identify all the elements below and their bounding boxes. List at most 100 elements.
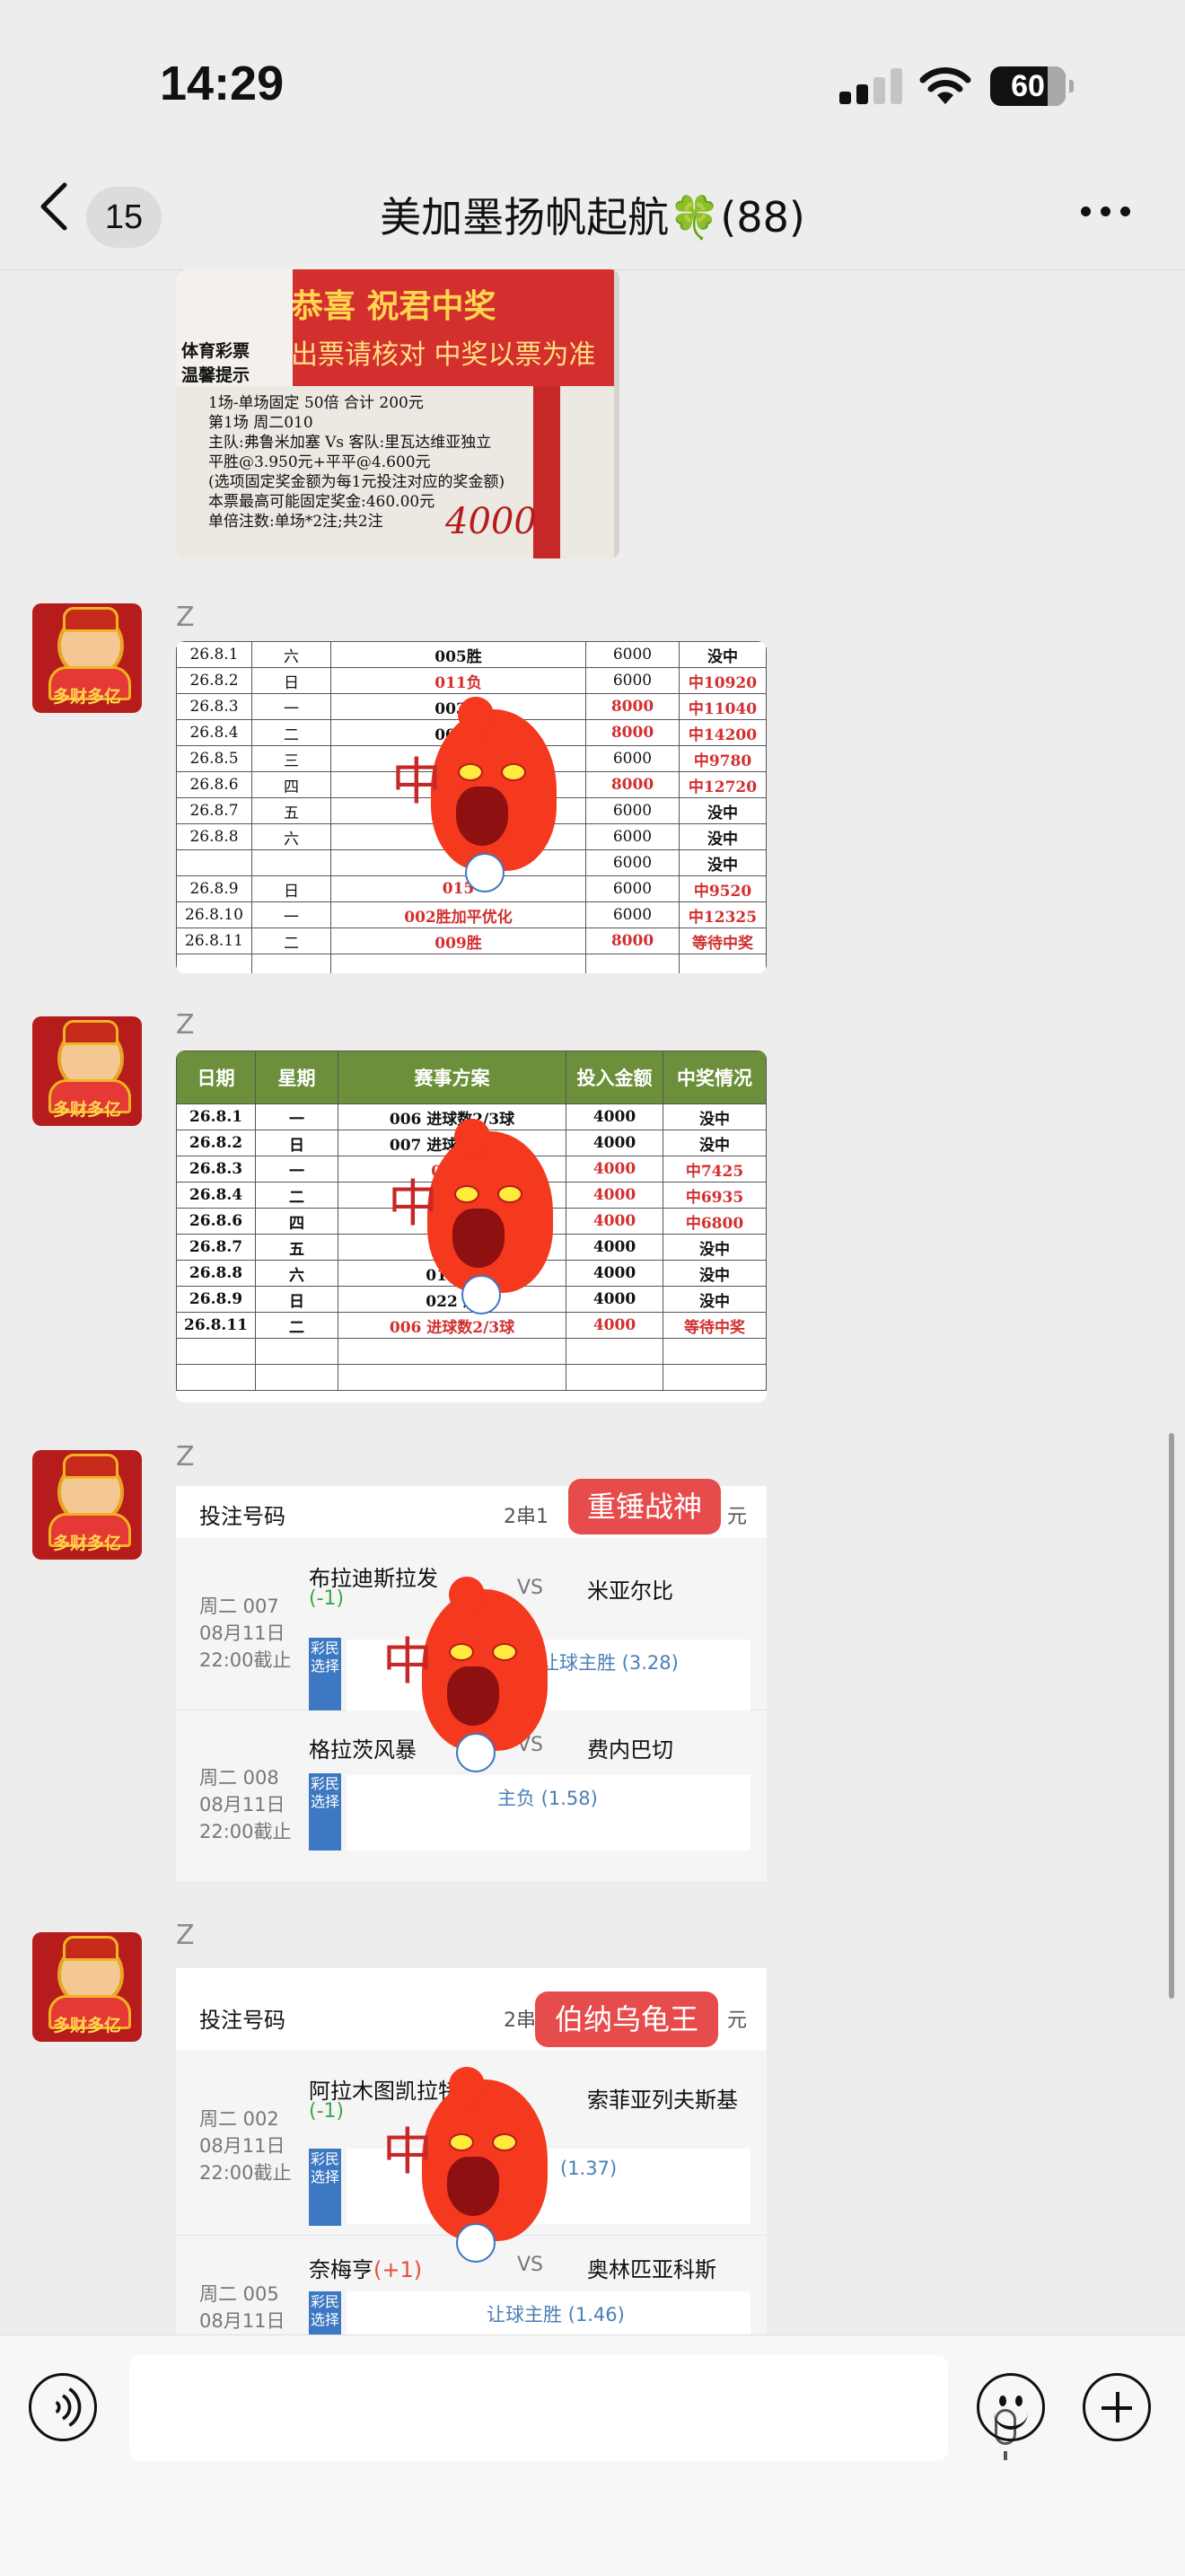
table-cell: 中6800 bbox=[663, 1208, 767, 1235]
table-cell: 009胜 bbox=[330, 928, 586, 954]
chat-message: 多财多亿 Z 日期 星期 赛事方案 投入金额 中奖情况 26.8.1 一 006 进球数2/… bbox=[0, 1009, 1185, 1404]
scrollbar[interactable] bbox=[1169, 1433, 1174, 1999]
table-cell: 26.8.6 bbox=[176, 1208, 256, 1235]
more-options-icon[interactable] bbox=[1081, 207, 1135, 219]
table-row bbox=[176, 1364, 767, 1391]
voice-mode-icon[interactable] bbox=[29, 2373, 97, 2441]
table-cell: 五 bbox=[251, 797, 331, 824]
table-cell: 没中 bbox=[663, 1260, 767, 1287]
avatar[interactable]: 多财多亿 bbox=[32, 1932, 142, 2042]
table-cell: 26.8.3 bbox=[176, 693, 252, 720]
table-cell: 没中 bbox=[679, 849, 767, 876]
chat-message: 多财多亿 Z 投注号码 2串 元 伯纳乌龟王 周二 002 08月11日 22:00… bbox=[0, 1920, 1185, 2334]
table-cell: 4000 bbox=[566, 1234, 663, 1261]
ticket-image[interactable]: 恭喜 祝君中奖 出票请核对 中奖以票为准 体育彩票 温馨提示 1场-单场固定 5… bbox=[176, 269, 619, 558]
table-cell: 4000 bbox=[566, 1103, 663, 1130]
chat-message: 多财多亿 Z 投注号码 2串1 元 重锤战神 周二 007 08月11日 22:00… bbox=[0, 1441, 1185, 1890]
table-row: 26.8.2 日 011负 6000 中10920 bbox=[176, 667, 767, 694]
away-team: 索菲亚列夫斯基 bbox=[587, 2088, 738, 2113]
table-cell bbox=[251, 954, 331, 973]
flame-character-sticker: 中 bbox=[388, 1112, 562, 1320]
avatar-caption: 多财多亿 bbox=[52, 2016, 121, 2035]
chat-message: 多财多亿 Z 26.8.1 六 005胜 6000 没中 26.8.2 日 011负 6000 中… bbox=[0, 602, 1185, 979]
table-cell: 二 bbox=[255, 1182, 338, 1209]
match-time: 周二 002 08月11日 22:00截止 bbox=[199, 2108, 292, 2184]
pick-option: 主负 (1.58) bbox=[347, 1775, 750, 1851]
table-cell: 三 bbox=[251, 745, 331, 772]
bet-currency: 元 bbox=[726, 2009, 747, 2032]
match-time: 周二 007 08月11日 22:00截止 bbox=[199, 1596, 292, 1671]
tipster-tag: 重锤战神 bbox=[568, 1479, 721, 1534]
wifi-icon bbox=[919, 67, 971, 104]
table-cell: 4000 bbox=[566, 1260, 663, 1287]
back-arrow-icon[interactable] bbox=[36, 181, 72, 232]
table-cell: 26.8.8 bbox=[176, 823, 252, 850]
table-cell: 26.8.4 bbox=[176, 1182, 256, 1209]
bet-currency: 元 bbox=[726, 1506, 747, 1528]
table-cell: 五 bbox=[255, 1234, 338, 1261]
table-cell: 日 bbox=[255, 1286, 338, 1313]
table-cell: 没中 bbox=[679, 823, 767, 850]
table-cell: 没中 bbox=[679, 641, 767, 668]
status-time: 14:29 bbox=[160, 57, 285, 110]
match-time: 周二 005 08月11日 bbox=[199, 2283, 285, 2332]
table-cell bbox=[663, 1364, 767, 1391]
table-header: 日期 bbox=[176, 1051, 256, 1104]
input-bar bbox=[0, 2334, 1185, 2576]
table-cell: 4000 bbox=[566, 1286, 663, 1313]
table-cell bbox=[585, 954, 680, 973]
table-cell bbox=[176, 849, 252, 876]
battery-level: 60 bbox=[1011, 69, 1045, 103]
emoji-icon[interactable] bbox=[977, 2373, 1045, 2441]
table-cell: 中6935 bbox=[663, 1182, 767, 1209]
table-cell: 没中 bbox=[663, 1130, 767, 1156]
table-cell: 011负 bbox=[330, 667, 586, 694]
table-cell: 8000 bbox=[585, 693, 680, 720]
table-cell: 中10920 bbox=[679, 667, 767, 694]
table-cell: 6000 bbox=[585, 823, 680, 850]
unread-count-badge[interactable]: 15 bbox=[86, 187, 162, 248]
table-cell: 中12720 bbox=[679, 771, 767, 798]
add-attachment-icon[interactable] bbox=[1083, 2373, 1151, 2441]
match-time: 周二 008 08月11日 22:00截止 bbox=[199, 1767, 292, 1842]
table-cell: 6000 bbox=[585, 849, 680, 876]
table-cell: 4000 bbox=[566, 1312, 663, 1339]
table-cell: 中9520 bbox=[679, 875, 767, 902]
bet-mode: 2串 bbox=[504, 2009, 536, 2032]
table-cell: 26.8.4 bbox=[176, 719, 252, 746]
table-cell: 6000 bbox=[585, 901, 680, 928]
ticket-handwritten-amount: 4000 bbox=[445, 501, 537, 542]
sticker-character: 中 bbox=[382, 1633, 433, 1692]
status-bar: 14:29 60 bbox=[0, 0, 1185, 135]
table-cell: 六 bbox=[251, 823, 331, 850]
avatar[interactable]: 多财多亿 bbox=[32, 1016, 142, 1126]
table-cell bbox=[255, 1338, 338, 1365]
table-header: 投入金额 bbox=[566, 1051, 663, 1104]
ticket-banner-line2: 出票请核对 中奖以票为准 bbox=[291, 339, 596, 371]
flame-character-sticker: 中 bbox=[382, 2060, 557, 2268]
ticket-brand-text: 体育彩票 温馨提示 bbox=[181, 341, 250, 385]
table-cell: 中12325 bbox=[679, 901, 767, 928]
table-cell bbox=[176, 1338, 256, 1365]
table-row: 26.8.1 六 005胜 6000 没中 bbox=[176, 641, 767, 668]
table-row bbox=[176, 1338, 767, 1365]
table-cell: 4000 bbox=[566, 1156, 663, 1182]
table-cell: 26.8.9 bbox=[176, 875, 252, 902]
handicap: (-1) bbox=[309, 1587, 345, 1610]
table-cell: 005胜 bbox=[330, 641, 586, 668]
avatar[interactable]: 多财多亿 bbox=[32, 603, 142, 713]
avatar-caption: 多财多亿 bbox=[52, 1534, 121, 1553]
table-row bbox=[176, 954, 767, 973]
tipster-tag: 伯纳乌龟王 bbox=[535, 1991, 718, 2047]
home-team: 格拉茨风暴 bbox=[309, 1737, 417, 1763]
table-cell: 二 bbox=[255, 1312, 338, 1339]
table-cell: 26.8.11 bbox=[176, 1312, 256, 1339]
flame-character-sticker: 中 bbox=[391, 690, 566, 898]
away-team: 米亚尔比 bbox=[587, 1578, 673, 1604]
avatar[interactable]: 多财多亿 bbox=[32, 1450, 142, 1560]
table-cell: 四 bbox=[255, 1208, 338, 1235]
voter-tag: 彩民选择 bbox=[309, 1638, 341, 1715]
message-input[interactable] bbox=[129, 2355, 1016, 2461]
table-cell: 26.8.8 bbox=[176, 1260, 256, 1287]
away-team: 费内巴切 bbox=[587, 1737, 673, 1763]
